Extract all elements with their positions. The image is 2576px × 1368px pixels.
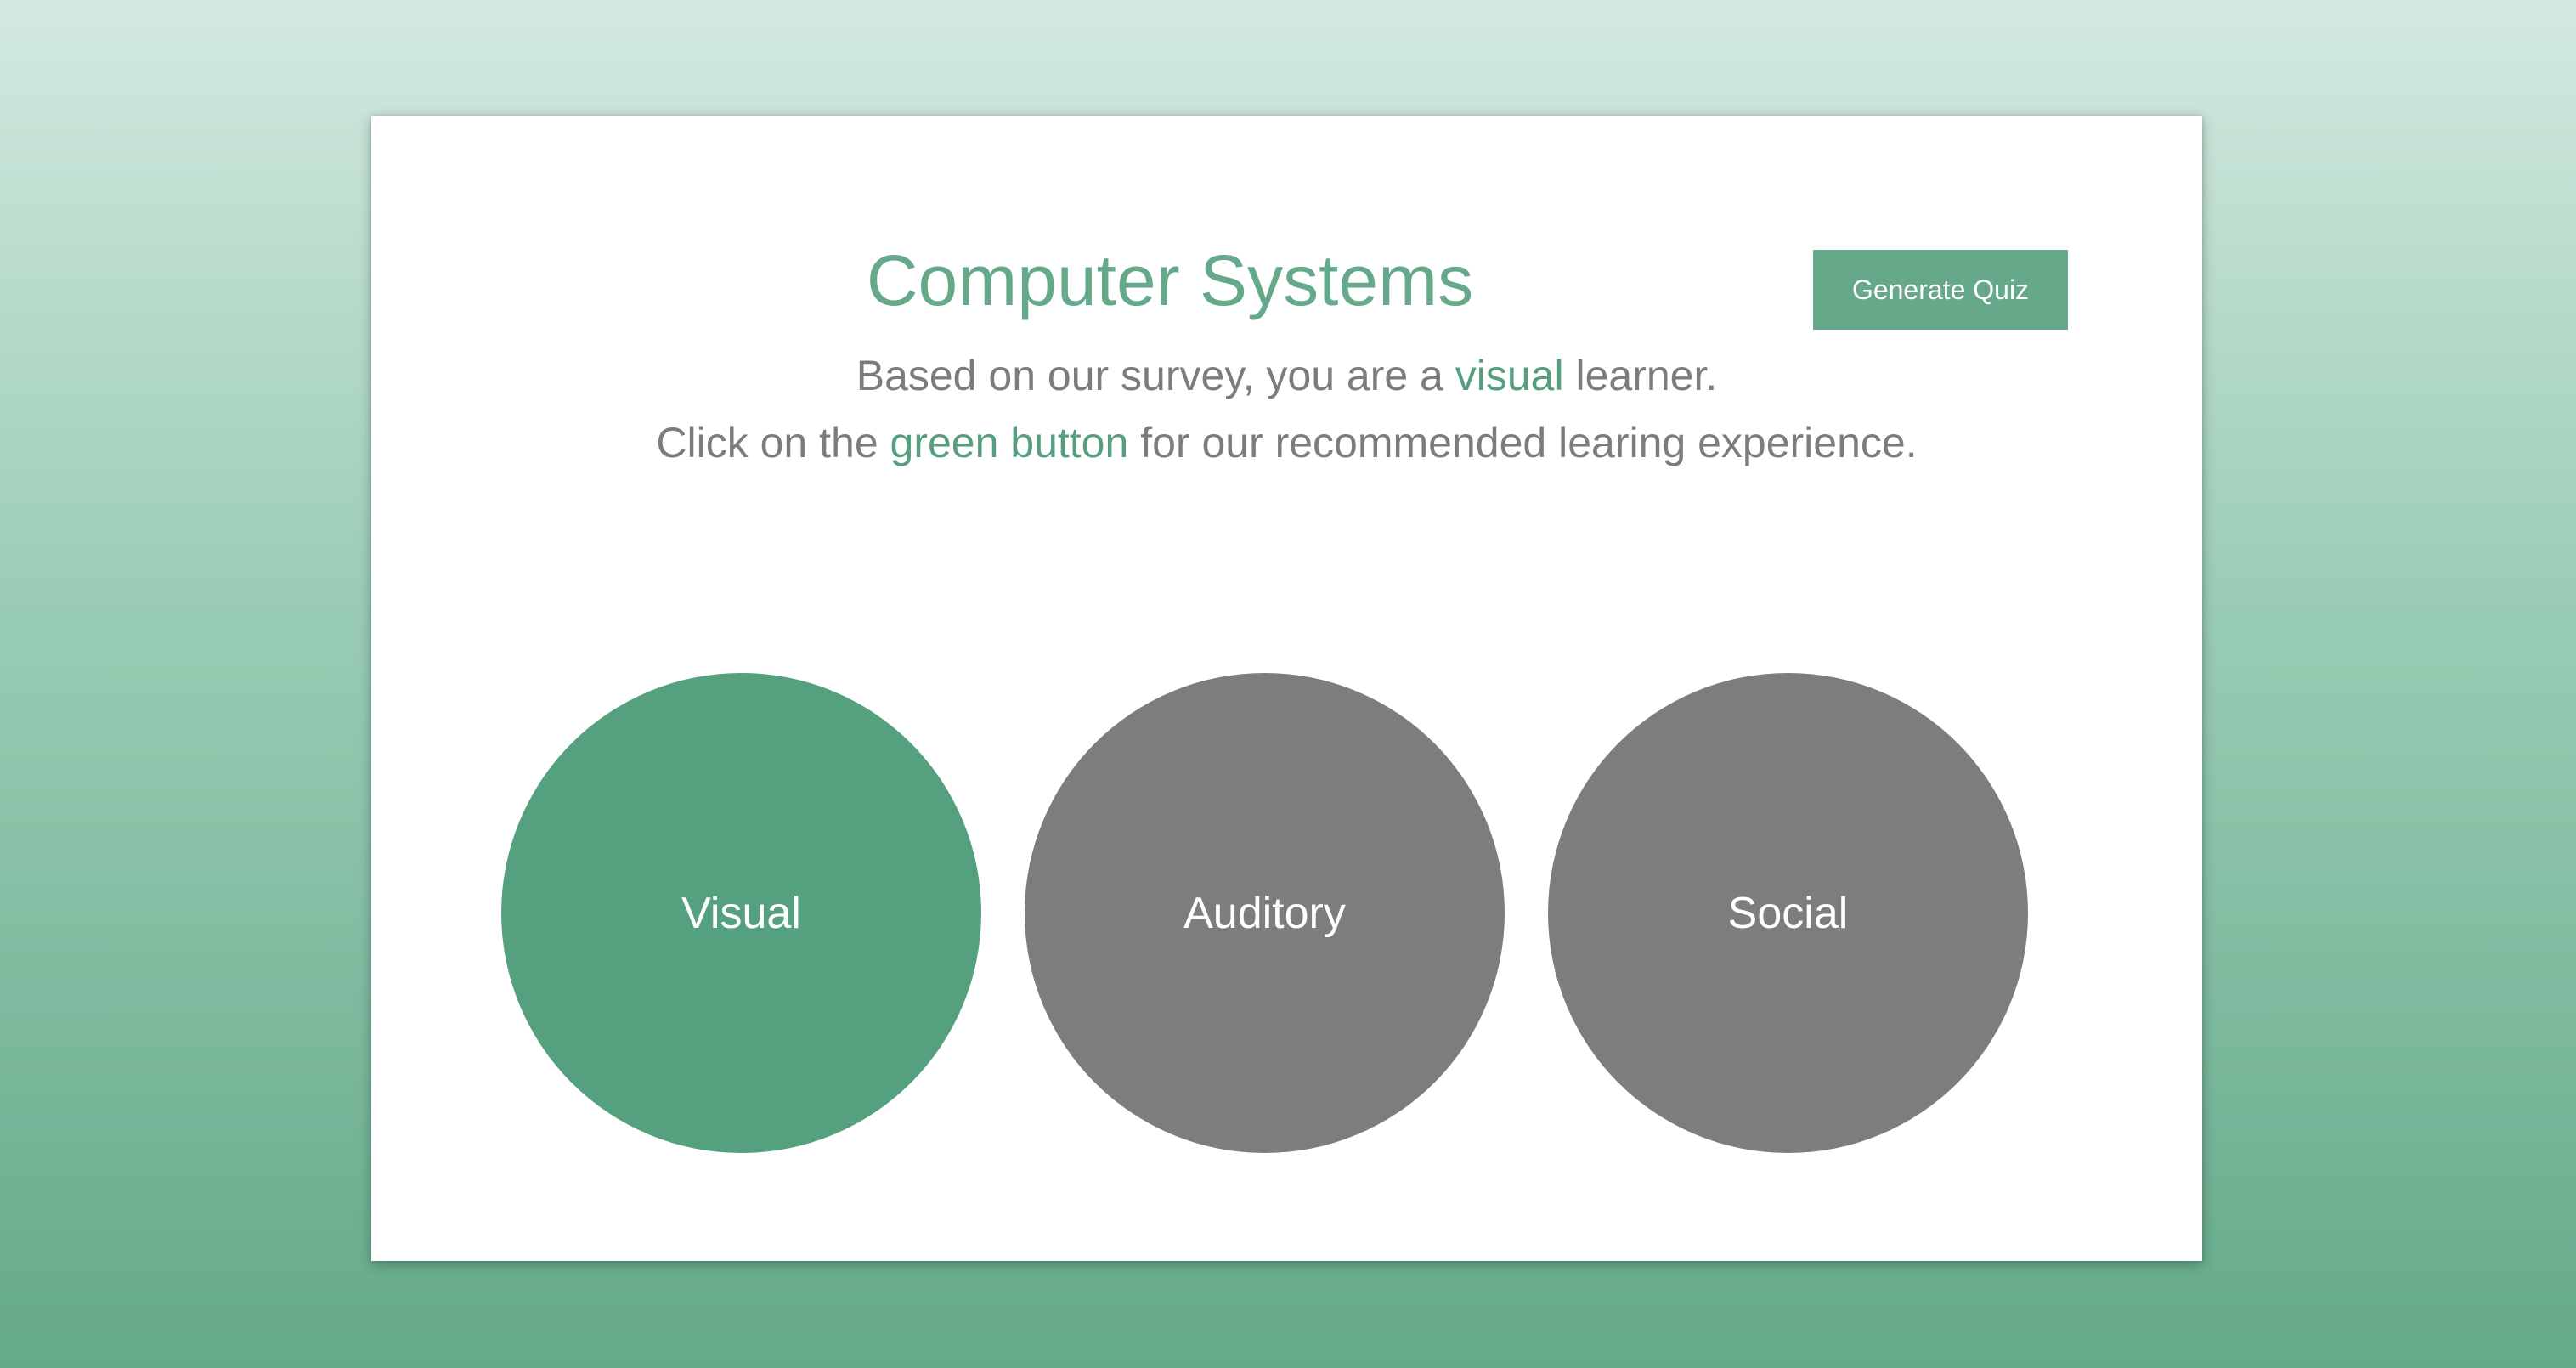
- visual-style-label: Visual: [681, 888, 801, 938]
- main-card: Computer Systems Generate Quiz Based on …: [371, 116, 2202, 1261]
- visual-style-button[interactable]: Visual: [501, 673, 981, 1153]
- instruction-highlight: green button: [890, 419, 1129, 466]
- social-style-label: Social: [1727, 888, 1849, 938]
- learner-message-suffix: learner.: [1563, 352, 1718, 399]
- learner-type-highlight: visual: [1455, 352, 1564, 399]
- learner-message-prefix: Based on our survey, you are a: [856, 352, 1455, 399]
- instruction-suffix: for our recommended learing experience.: [1128, 419, 1918, 466]
- instruction-prefix: Click on the: [656, 419, 890, 466]
- generate-quiz-button[interactable]: Generate Quiz: [1813, 250, 2068, 330]
- learner-type-message: Based on our survey, you are a visual le…: [371, 354, 2202, 397]
- social-style-button[interactable]: Social: [1548, 673, 2028, 1153]
- auditory-style-label: Auditory: [1183, 888, 1346, 938]
- auditory-style-button[interactable]: Auditory: [1025, 673, 1505, 1153]
- instruction-message: Click on the green button for our recomm…: [371, 421, 2202, 464]
